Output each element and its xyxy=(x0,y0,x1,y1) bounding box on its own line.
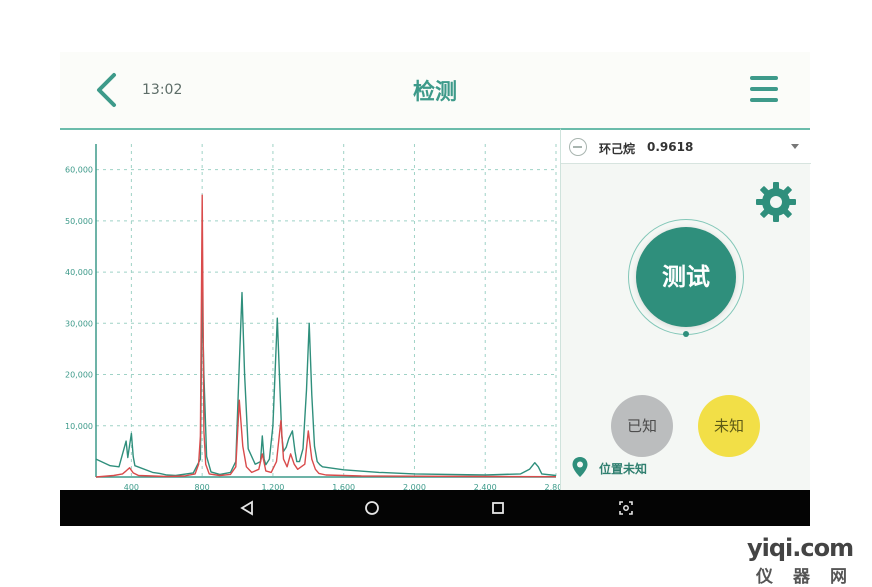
compound-selector[interactable]: 环己烷 0.9618 xyxy=(561,130,811,164)
circle-home-icon[interactable] xyxy=(363,499,381,517)
y-tick-label: 20,000 xyxy=(65,371,93,380)
compound-name: 环己烷 xyxy=(599,142,636,156)
caret-down-icon xyxy=(791,144,799,149)
y-tick-label: 50,000 xyxy=(65,217,93,226)
match-score: 0.9618 xyxy=(647,140,694,154)
y-tick-label: 10,000 xyxy=(65,422,93,431)
top-bar: 13:02 检测 xyxy=(60,52,810,128)
triangle-back-icon[interactable] xyxy=(238,499,256,517)
location-status[interactable]: 位置未知 xyxy=(571,454,671,478)
spectrum-series-teal xyxy=(95,291,557,477)
spectrum-series-red xyxy=(95,194,557,478)
location-label: 位置未知 xyxy=(599,462,648,476)
analysis-side-panel: 环己烷 0.9618 测试 已知 未知 位置未知 xyxy=(560,128,811,490)
square-recents-icon[interactable] xyxy=(489,499,507,517)
gear-icon[interactable] xyxy=(753,179,799,225)
known-sample-button[interactable]: 已知 xyxy=(611,395,673,457)
y-tick-label: 30,000 xyxy=(65,319,93,328)
hamburger-menu-icon[interactable] xyxy=(750,76,778,104)
watermark-site: yiqi.com xyxy=(747,534,854,562)
test-button[interactable]: 测试 xyxy=(636,227,736,327)
watermark-chinese: 仪器网 xyxy=(756,567,867,587)
y-tick-label: 40,000 xyxy=(65,268,93,277)
unknown-sample-button[interactable]: 未知 xyxy=(698,395,760,457)
screenshot-icon[interactable] xyxy=(617,499,635,517)
location-pin-icon xyxy=(572,457,588,477)
device-screen: 13:02 检测 10,000 20,000 30,000 40,000 50,000 6… xyxy=(60,52,811,526)
page-title: 检测 xyxy=(412,80,457,105)
minus-circle-icon xyxy=(569,138,587,156)
ring-indicator-dot xyxy=(683,331,689,337)
site-watermark: yiqi.com 仪器网 xyxy=(747,534,872,587)
spectrum-chart: 10,00020,00030,00040,00050,00060,000400 8… xyxy=(65,144,567,492)
spectrum-chart-panel: 10,000 20,000 30,000 40,000 50,000 60,000 400 8… xyxy=(60,128,567,492)
y-tick-label: 60,000 xyxy=(65,166,93,175)
android-navigation-bar xyxy=(60,490,810,526)
